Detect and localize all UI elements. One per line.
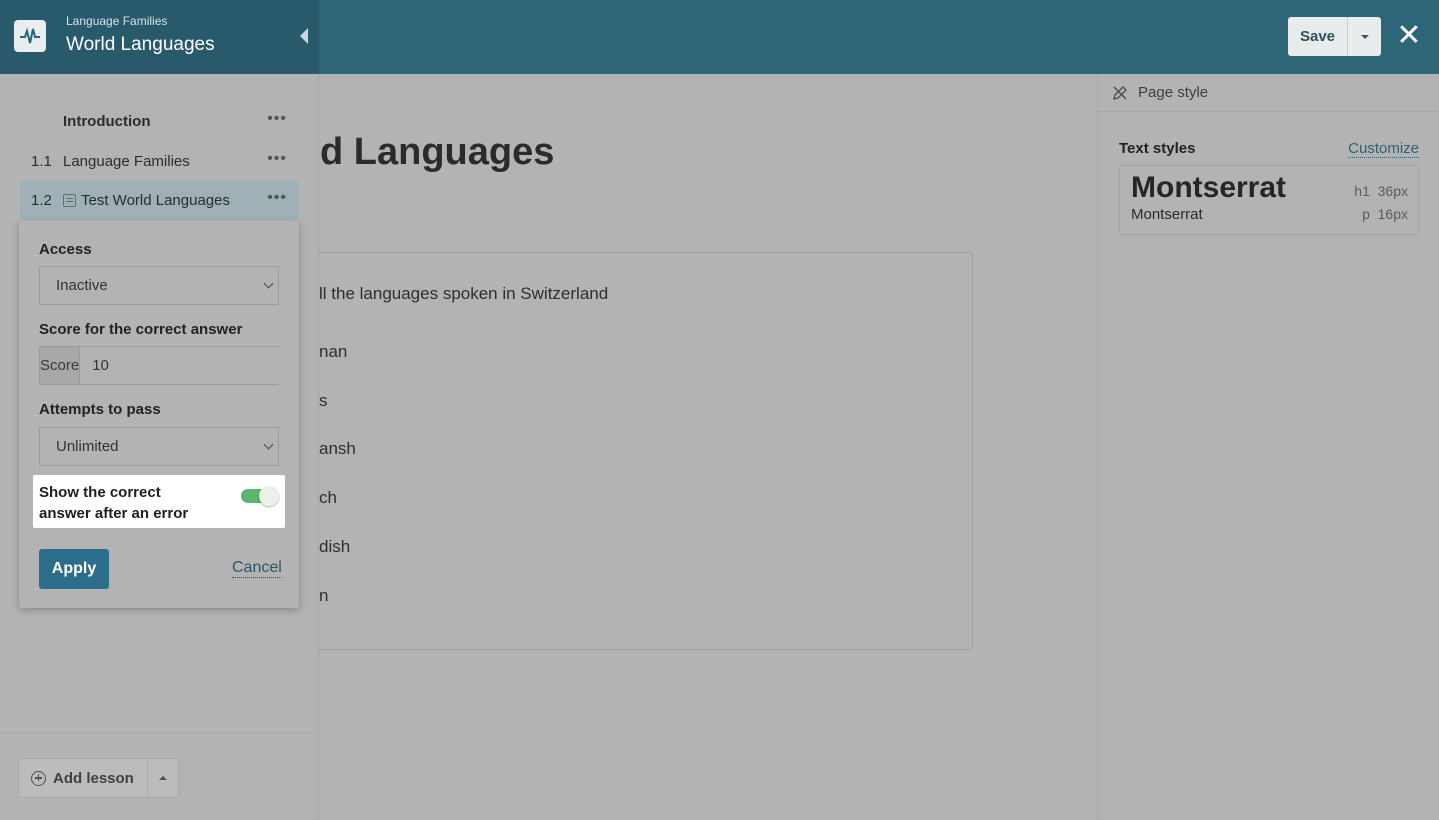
toc-label: Language Families (63, 152, 190, 170)
sidebar-header: Language Families World Languages (0, 0, 319, 74)
save-button[interactable]: Save (1288, 17, 1348, 56)
toc-number: 1.2 (31, 191, 52, 209)
plus-circle-icon (31, 770, 46, 786)
save-button-group: Save (1288, 17, 1381, 56)
add-lesson-label: Add lesson (53, 769, 134, 787)
text-styles-label: Text styles (1119, 140, 1196, 157)
score-field-group: Score (39, 346, 292, 385)
p-size: 16px (1377, 206, 1408, 222)
toc-number: 1.1 (31, 152, 52, 170)
cancel-link[interactable]: Cancel (232, 558, 282, 578)
caret-up-icon (159, 776, 167, 780)
show-answer-label: Show the correct answer after an error (39, 484, 189, 522)
access-label: Access (39, 241, 92, 258)
answer-option[interactable]: nan (319, 342, 347, 362)
toc-item-language-families[interactable]: 1.1 Language Families ••• (20, 142, 299, 180)
add-lesson-options-button[interactable] (148, 759, 178, 797)
tab-page-style[interactable]: Page style (1098, 74, 1439, 112)
score-label: Score for the correct answer (39, 321, 243, 338)
test-lesson-icon (63, 193, 76, 207)
font-preview-card[interactable]: Montserrat Montserrat h1 36px p 16px (1119, 165, 1419, 235)
body-font-preview: Montserrat (1131, 206, 1203, 223)
toggle-knob (259, 486, 279, 506)
more-options-icon[interactable]: ••• (267, 111, 287, 127)
chevron-down-icon (263, 439, 274, 450)
add-lesson-button[interactable]: Add lesson (19, 759, 148, 797)
answer-option[interactable]: dish (319, 537, 350, 557)
show-answer-setting: Show the correct answer after an error (33, 475, 285, 528)
answer-option[interactable]: n (319, 586, 328, 606)
more-options-icon[interactable]: ••• (267, 151, 287, 167)
answer-option[interactable]: ch (319, 488, 337, 508)
activity-logo-icon[interactable] (14, 20, 46, 52)
h1-tag: h1 (1354, 183, 1370, 199)
p-tag: p (1362, 206, 1370, 222)
h1-size: 36px (1377, 183, 1408, 199)
toc-item-test-world-languages[interactable]: 1.2 Test World Languages ••• (20, 181, 299, 219)
page-title: d Languages (320, 131, 555, 173)
attempts-label: Attempts to pass (39, 401, 161, 418)
pen-ruler-icon (1113, 85, 1127, 100)
tab-label: Page style (1138, 84, 1209, 101)
apply-button[interactable]: Apply (39, 549, 109, 589)
chevron-down-icon (263, 278, 274, 289)
access-value: Inactive (56, 277, 108, 294)
answer-option[interactable]: s (319, 391, 328, 411)
access-select[interactable]: Inactive (39, 266, 279, 305)
answer-option[interactable]: ansh (319, 439, 356, 459)
attempts-select[interactable]: Unlimited (39, 427, 279, 466)
toc-label: Introduction (63, 112, 151, 130)
toc-label: Test World Languages (81, 191, 230, 209)
course-title: World Languages (66, 34, 215, 55)
page-style-panel: Page style Text styles Customize Montser… (1097, 74, 1439, 820)
add-lesson-group: Add lesson (18, 758, 179, 798)
heading-font-preview: Montserrat (1131, 171, 1287, 204)
show-answer-toggle[interactable] (241, 486, 279, 506)
breadcrumb[interactable]: Language Families (66, 14, 167, 28)
more-options-icon[interactable]: ••• (267, 190, 287, 206)
close-icon[interactable]: ✕ (1396, 20, 1422, 52)
question-text: ll the languages spoken in Switzerland (319, 284, 609, 303)
h1-size-info: h1 36px (1354, 183, 1408, 199)
customize-link[interactable]: Customize (1348, 140, 1419, 158)
caret-down-icon (1360, 34, 1369, 39)
p-size-info: p 16px (1362, 206, 1408, 222)
score-input[interactable] (80, 347, 292, 384)
score-prefix: Score (40, 347, 81, 384)
lesson-settings-popover: Access Inactive Score for the correct an… (19, 221, 299, 608)
sidebar-footer: Add lesson (0, 733, 319, 820)
question-card: ll the languages spoken in Switzerland n… (319, 252, 973, 650)
attempts-value: Unlimited (56, 438, 119, 455)
save-options-dropdown[interactable] (1348, 17, 1381, 56)
collapse-sidebar-icon[interactable] (300, 28, 308, 44)
toc-item-introduction[interactable]: Introduction ••• (20, 102, 299, 140)
